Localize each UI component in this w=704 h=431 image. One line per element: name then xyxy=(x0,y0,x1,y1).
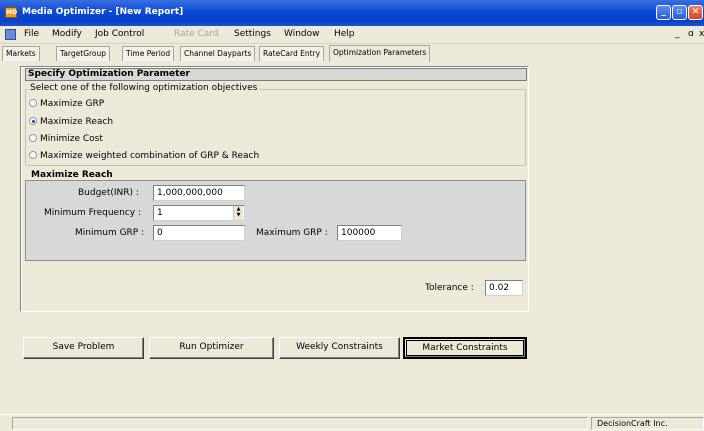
status-main-pane xyxy=(12,417,588,430)
radio-weighted-grp-reach[interactable]: Maximize weighted combination of GRP & R… xyxy=(29,151,259,161)
radio-maximize-reach[interactable]: Maximize Reach xyxy=(29,117,113,127)
max-grp-input[interactable]: 100000 xyxy=(337,225,402,241)
tolerance-input[interactable]: 0.02 xyxy=(485,280,523,296)
spin-updown-icon[interactable]: ▲ ▼ xyxy=(233,206,243,220)
radio-checked-icon[interactable] xyxy=(29,117,37,125)
mdi-minimize-icon[interactable]: _ xyxy=(675,29,680,39)
title-bar[interactable]: MO Media Optimizer - [New Report] _ ▫ ✕ xyxy=(0,0,704,26)
tab-channel-dayparts[interactable]: Channel Dayparts xyxy=(180,46,256,61)
save-problem-button[interactable]: Save Problem xyxy=(23,337,144,359)
status-company: DecisionCraft Inc. xyxy=(591,417,704,430)
tab-targetgroup[interactable]: TargetGroup xyxy=(56,46,111,61)
min-frequency-stepper[interactable]: 1 ▲ ▼ xyxy=(153,205,245,221)
run-optimizer-button[interactable]: Run Optimizer xyxy=(149,337,274,359)
maximize-button[interactable]: ▫ xyxy=(672,5,687,20)
menu-window[interactable]: Window xyxy=(284,29,320,39)
window-title: Media Optimizer - [New Report] xyxy=(22,7,184,17)
close-button[interactable]: ✕ xyxy=(688,5,703,20)
tab-ratecard-entry[interactable]: RateCard Entry xyxy=(259,46,325,61)
tab-markets[interactable]: Markets xyxy=(2,46,40,61)
radio-icon[interactable] xyxy=(29,134,37,142)
max-grp-label: Maximum GRP : xyxy=(256,228,328,238)
min-grp-input[interactable]: 0 xyxy=(153,225,245,241)
menu-help[interactable]: Help xyxy=(334,29,355,39)
tab-optimization-parameters[interactable]: Optimization Parameters xyxy=(329,45,431,62)
mdi-close-icon[interactable]: x xyxy=(699,29,704,39)
radio-minimize-cost[interactable]: Minimize Cost xyxy=(29,134,103,144)
mdi-restore-icon[interactable]: ɑ xyxy=(688,29,694,39)
menu-rate-card[interactable]: Rate Card xyxy=(174,29,219,39)
tab-strip: Markets TargetGroup Time Period Channel … xyxy=(0,45,704,62)
market-constraints-button[interactable]: Market Constraints xyxy=(403,337,527,359)
menu-job-control[interactable]: Job Control xyxy=(95,29,144,39)
app-icon: MO xyxy=(5,7,18,18)
menu-settings[interactable]: Settings xyxy=(234,29,271,39)
reach-legend: Maximize Reach xyxy=(29,170,115,180)
radio-icon[interactable] xyxy=(29,99,37,107)
section-header: Specify Optimization Parameter xyxy=(25,68,527,81)
objectives-legend: Select one of the following optimization… xyxy=(28,83,260,93)
min-grp-label: Minimum GRP : xyxy=(75,228,145,238)
tolerance-label: Tolerance : xyxy=(425,283,474,293)
menu-file[interactable]: File xyxy=(24,29,39,39)
document-icon[interactable] xyxy=(5,29,16,40)
min-frequency-label: Minimum Frequency : xyxy=(44,208,141,218)
radio-icon[interactable] xyxy=(29,151,37,159)
radio-maximize-grp[interactable]: Maximize GRP xyxy=(29,99,104,109)
budget-label: Budget(INR) : xyxy=(78,188,139,198)
tab-time-period[interactable]: Time Period xyxy=(122,46,175,61)
budget-input[interactable]: 1,000,000,000 xyxy=(153,185,245,201)
menu-modify[interactable]: Modify xyxy=(52,29,82,39)
status-bar: DecisionCraft Inc. xyxy=(0,414,704,431)
minimize-button[interactable]: _ xyxy=(656,5,671,20)
weekly-constraints-button[interactable]: Weekly Constraints xyxy=(279,337,400,359)
menu-bar: File Modify Job Control Rate Card Settin… xyxy=(0,26,704,44)
